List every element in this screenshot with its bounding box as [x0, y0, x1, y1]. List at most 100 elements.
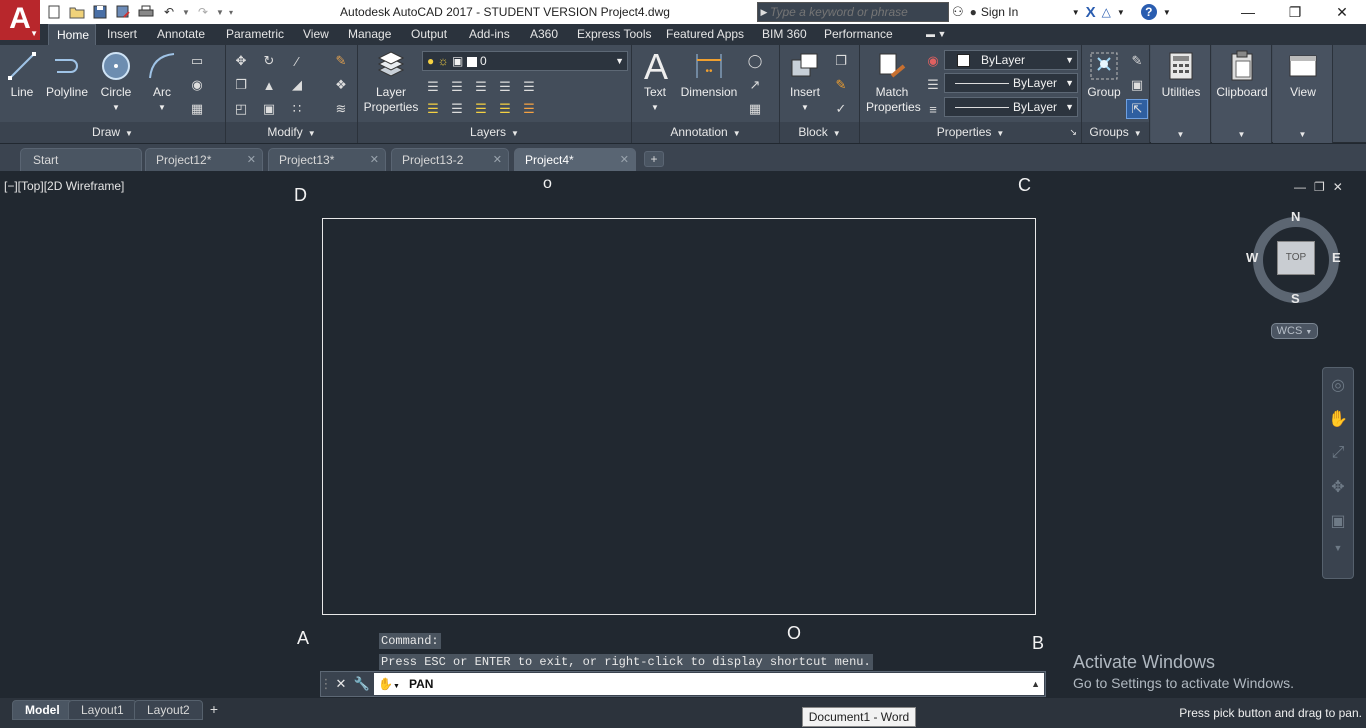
- restore-icon[interactable]: ❐: [1314, 180, 1325, 194]
- file-tab-project13-2[interactable]: Project13-2 ✕: [391, 148, 509, 171]
- tab-view[interactable]: View: [295, 24, 337, 45]
- tab-home[interactable]: Home: [48, 24, 96, 45]
- orbit-icon[interactable]: ✥: [1323, 470, 1353, 504]
- help-icon[interactable]: ?: [1140, 4, 1157, 20]
- compass-west[interactable]: W: [1246, 250, 1258, 265]
- trim-icon[interactable]: ∕: [286, 51, 308, 71]
- undo-dropdown-icon[interactable]: ▼: [182, 8, 190, 17]
- copy-icon[interactable]: ❐: [230, 75, 252, 95]
- file-tab-project13[interactable]: Project13* ✕: [268, 148, 386, 171]
- color-dropdown[interactable]: ByLayer ▼: [944, 50, 1078, 70]
- leader-icon[interactable]: ◯: [744, 51, 766, 71]
- dimension-button[interactable]: •• Dimension: [678, 49, 740, 100]
- close-icon[interactable]: ✕: [1333, 180, 1343, 194]
- tab-parametric[interactable]: Parametric: [218, 24, 292, 45]
- pan-hand-icon[interactable]: ✋▼: [378, 673, 400, 698]
- panel-title-layers[interactable]: Layers ▼: [358, 122, 631, 143]
- panel-utilities[interactable]: Utilities ▼: [1151, 45, 1211, 143]
- close-tab-icon[interactable]: ✕: [493, 149, 502, 171]
- application-menu-button[interactable]: A ▼: [0, 0, 40, 40]
- stay-connected-icon[interactable]: △: [1102, 5, 1111, 19]
- new-tab-button[interactable]: +: [644, 151, 664, 167]
- tab-express-tools[interactable]: Express Tools: [569, 24, 659, 45]
- polyline-button[interactable]: Polyline: [43, 49, 91, 100]
- panel-title-modify[interactable]: Modify ▼: [226, 122, 357, 143]
- drawing-area[interactable]: [−][Top][2D Wireframe] D o C A O B — ❐ ✕…: [0, 171, 1366, 698]
- color-wheel-icon[interactable]: ◉: [922, 51, 944, 71]
- dialog-launcher-icon[interactable]: ↘: [1069, 122, 1077, 143]
- panel-title-block[interactable]: Block ▼: [780, 122, 859, 143]
- rectangle-icon[interactable]: ▭: [186, 51, 208, 71]
- file-tab-start[interactable]: Start: [20, 148, 142, 171]
- minimize-icon[interactable]: —: [1294, 180, 1306, 194]
- search-box[interactable]: ▶: [757, 2, 949, 22]
- layer-match-icon[interactable]: ☰: [518, 77, 540, 97]
- chevron-down-icon[interactable]: ▼: [1323, 538, 1353, 558]
- binoculars-icon[interactable]: ⚇: [952, 4, 964, 20]
- explode-icon[interactable]: ❖: [330, 75, 352, 95]
- undo-icon[interactable]: ↶: [159, 2, 179, 22]
- lineweight-dropdown[interactable]: ByLayer ▼: [944, 97, 1078, 117]
- layer-properties-button[interactable]: Layer Properties: [362, 49, 420, 115]
- chevron-down-icon[interactable]: ▼: [1117, 8, 1125, 17]
- line-button[interactable]: Line: [4, 49, 40, 100]
- match-properties-button[interactable]: Match Properties: [866, 49, 921, 115]
- tab-performance[interactable]: Performance: [816, 24, 901, 45]
- layer-unisolate-icon[interactable]: ☰: [446, 99, 468, 119]
- compass-north[interactable]: N: [1291, 209, 1300, 224]
- tab-featured-apps[interactable]: Featured Apps: [658, 24, 752, 45]
- mirror-icon[interactable]: ▲: [258, 75, 280, 95]
- sign-in-button[interactable]: ● Sign In ▼: [970, 5, 1080, 19]
- zoom-extents-icon[interactable]: ⤢: [1323, 436, 1353, 470]
- offset-icon[interactable]: ≋: [330, 99, 352, 119]
- table-icon[interactable]: ▦: [744, 99, 766, 119]
- view-button[interactable]: View: [1273, 49, 1333, 100]
- gradient-icon[interactable]: ▦: [186, 99, 208, 119]
- layer-delete-icon[interactable]: ☰: [518, 99, 540, 119]
- insert-block-button[interactable]: Insert ▼: [784, 49, 826, 115]
- group-button[interactable]: Group: [1084, 49, 1124, 100]
- panel-title-annotation[interactable]: Annotation ▼: [632, 122, 779, 143]
- fillet-icon[interactable]: ◢: [286, 75, 308, 95]
- text-button[interactable]: A Text ▼: [638, 48, 672, 115]
- file-tab-project12[interactable]: Project12* ✕: [145, 148, 263, 171]
- panel-title-properties[interactable]: Properties ▼ ↘: [860, 122, 1081, 143]
- circle-button[interactable]: Circle ▼: [96, 49, 136, 115]
- redo-icon[interactable]: ↷: [193, 2, 213, 22]
- erase-icon[interactable]: ✎: [330, 51, 352, 71]
- rotate-icon[interactable]: ↻: [258, 51, 280, 71]
- command-input[interactable]: ✋▼ PAN ▲: [374, 673, 1044, 695]
- close-tab-icon[interactable]: ✕: [620, 149, 629, 171]
- panel-title-draw[interactable]: Draw ▼: [0, 122, 225, 143]
- array-icon[interactable]: ∷: [286, 99, 308, 119]
- panel-clipboard[interactable]: Clipboard ▼: [1212, 45, 1272, 143]
- edit-attributes-icon[interactable]: ✓: [830, 99, 852, 119]
- utilities-button[interactable]: Utilities: [1151, 49, 1211, 100]
- chevron-down-icon[interactable]: ▼: [1163, 8, 1171, 17]
- panel-view[interactable]: View ▼: [1273, 45, 1333, 143]
- tab-bim-360[interactable]: BIM 360: [754, 24, 815, 45]
- layout-tab-layout1[interactable]: Layout1: [68, 700, 137, 720]
- panel-title-groups[interactable]: Groups ▼: [1082, 122, 1149, 143]
- search-expand-icon[interactable]: ▶: [758, 7, 770, 18]
- move-icon[interactable]: ✥: [230, 51, 252, 71]
- tab-output[interactable]: Output: [403, 24, 455, 45]
- clipboard-button[interactable]: Clipboard: [1212, 49, 1272, 100]
- create-block-icon[interactable]: ❐: [830, 51, 852, 71]
- tab-annotate[interactable]: Annotate: [149, 24, 213, 45]
- tab-insert[interactable]: Insert: [99, 24, 145, 45]
- tab-a360[interactable]: A360: [522, 24, 566, 45]
- close-button[interactable]: ✕: [1319, 0, 1365, 24]
- file-tab-project4[interactable]: Project4* ✕: [514, 148, 636, 171]
- redo-dropdown-icon[interactable]: ▼: [216, 8, 224, 17]
- ungroup-icon[interactable]: ✎: [1126, 51, 1148, 71]
- add-layout-button[interactable]: +: [203, 700, 225, 720]
- new-file-icon[interactable]: [44, 2, 64, 22]
- print-icon[interactable]: [136, 2, 156, 22]
- showmotion-icon[interactable]: ▣: [1323, 504, 1353, 538]
- layout-tab-model[interactable]: Model: [12, 700, 73, 720]
- save-icon[interactable]: [90, 2, 110, 22]
- drawn-rectangle[interactable]: [322, 218, 1036, 615]
- pan-icon[interactable]: ✋: [1323, 402, 1353, 436]
- linetype-icon[interactable]: ≡: [922, 99, 944, 119]
